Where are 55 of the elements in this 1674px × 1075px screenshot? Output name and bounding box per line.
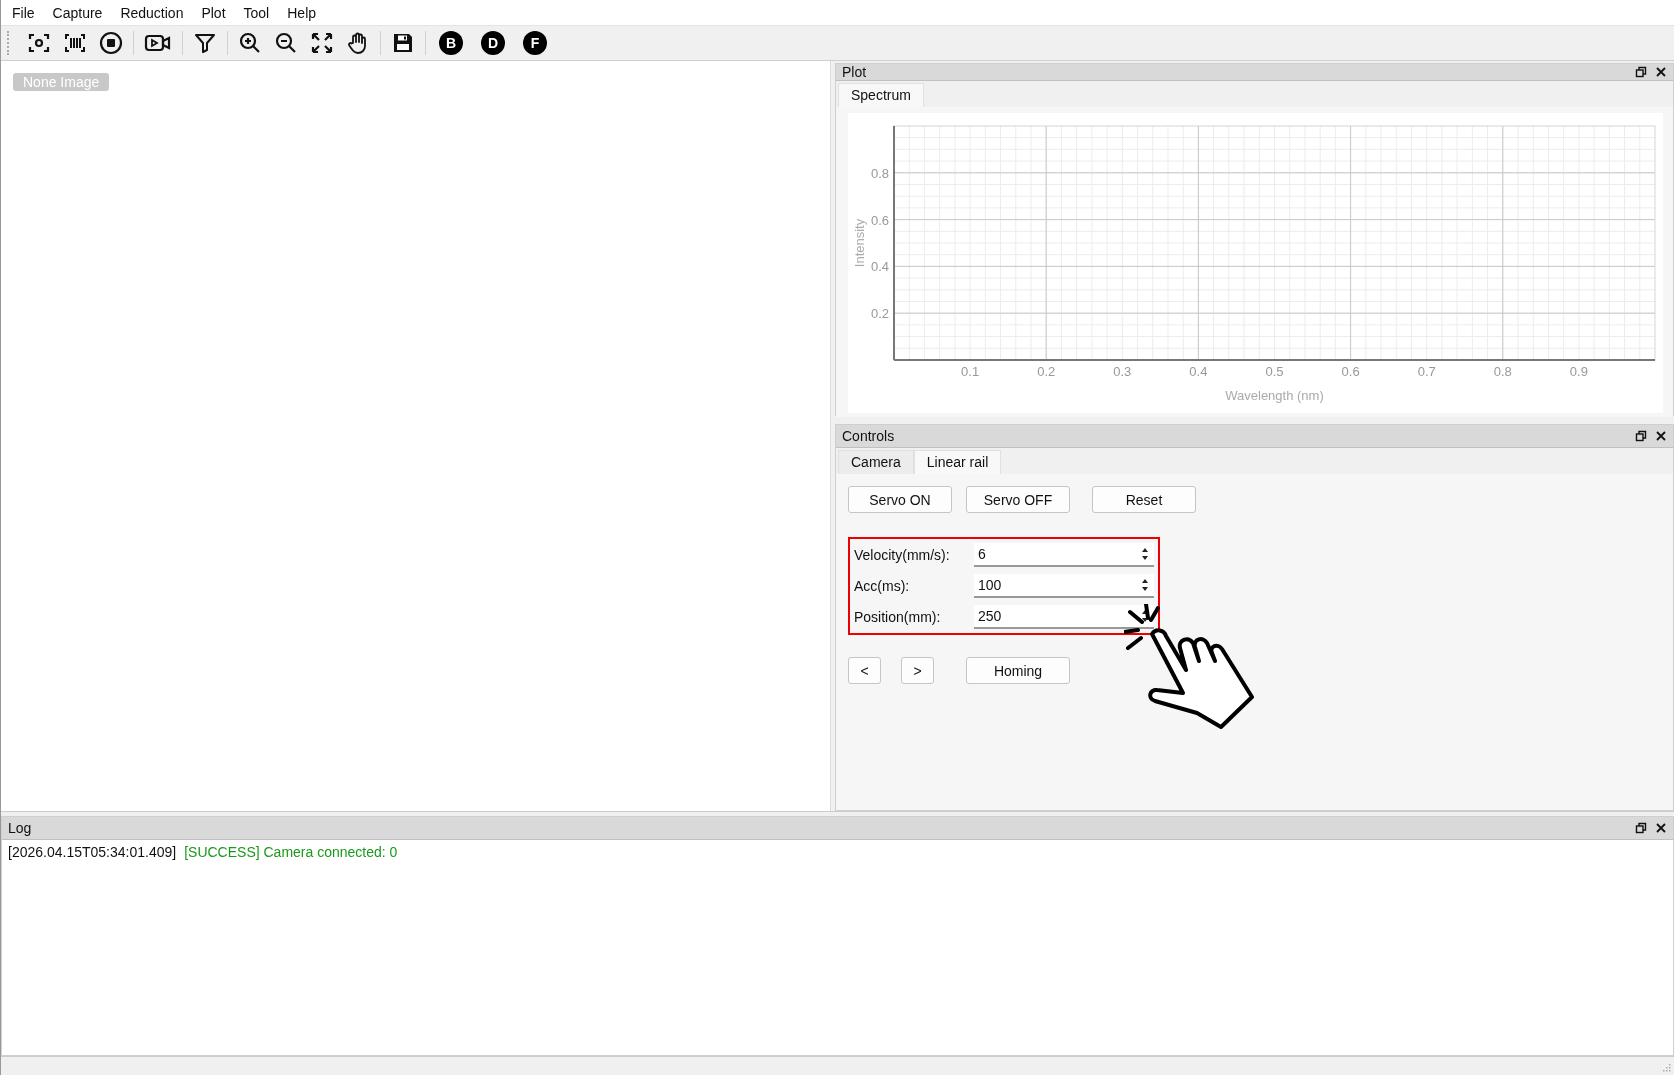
arrow-button[interactable]: > <box>901 657 934 684</box>
close-icon[interactable] <box>1655 822 1667 834</box>
push-button[interactable]: Servo ON <box>848 486 952 513</box>
spin-box[interactable]: 100 <box>974 574 1154 598</box>
field-label: Position(mm): <box>854 609 942 625</box>
restore-icon[interactable] <box>1635 822 1647 834</box>
axis-tick-label: 0.3 <box>1113 364 1132 379</box>
axis-tick-label: 0.8 <box>870 165 889 181</box>
dock-title: Plot <box>842 64 868 80</box>
axis-tick-label: 0.5 <box>1265 364 1284 379</box>
field-label: Acc(ms): <box>854 578 911 594</box>
axis-tick-label: 0.8 <box>1493 364 1512 379</box>
letter-button[interactable]: F <box>523 31 547 55</box>
restore-icon[interactable] <box>1635 430 1647 442</box>
axis-title: Wavelength (nm) <box>1225 388 1324 403</box>
log-message: [SUCCESS] Camera connected: 0 <box>184 844 398 860</box>
menu-item[interactable]: Capture <box>45 4 110 21</box>
spin-arrows-icon[interactable] <box>1140 546 1150 562</box>
axis-tick-label: 0.6 <box>870 212 889 228</box>
field-label: Velocity(mm/s): <box>854 547 951 563</box>
dock-title: Controls <box>842 428 896 444</box>
push-button[interactable]: Servo OFF <box>966 486 1070 513</box>
menu-item[interactable]: Reduction <box>113 4 191 21</box>
log-timestamp: [2026.04.15T05:34:01.409] <box>8 844 177 860</box>
axis-tick-label: 0.2 <box>1037 364 1056 379</box>
tab[interactable]: Spectrum <box>838 83 924 107</box>
spin-box[interactable]: 250 <box>974 605 1154 629</box>
axis-tick-label: 0.4 <box>1189 364 1208 379</box>
letter-button[interactable]: D <box>481 31 505 55</box>
stop-icon[interactable] <box>97 31 125 55</box>
axis-title: Intensity <box>852 218 867 268</box>
axis-tick-label: 0.4 <box>870 259 889 275</box>
tab[interactable]: Camera <box>838 450 914 474</box>
push-button[interactable]: Reset <box>1092 486 1196 513</box>
axis-tick-label: 0.6 <box>1341 364 1360 379</box>
close-icon[interactable] <box>1655 430 1667 442</box>
dock-title: Log <box>8 820 33 836</box>
spin-box[interactable]: 6 <box>974 543 1154 567</box>
axis-tick-label: 0.2 <box>870 306 889 322</box>
close-icon[interactable] <box>1655 66 1667 78</box>
menu-item[interactable]: Help <box>280 4 324 21</box>
size-grip-icon[interactable] <box>1661 1062 1671 1072</box>
tab[interactable]: Linear rail <box>913 450 1002 474</box>
menu-item[interactable]: Tool <box>236 4 277 21</box>
axis-tick-label: 0.1 <box>961 364 980 379</box>
homing-button[interactable]: Homing <box>966 657 1070 684</box>
restore-icon[interactable] <box>1635 66 1647 78</box>
menu-item[interactable]: Plot <box>194 4 233 21</box>
arrow-button[interactable]: < <box>848 657 881 684</box>
spin-arrows-icon[interactable] <box>1140 608 1150 624</box>
axis-tick-label: 0.7 <box>1417 364 1436 379</box>
axis-tick-label: 0.9 <box>1569 364 1588 379</box>
letter-button[interactable]: B <box>439 31 463 55</box>
spin-arrows-icon[interactable] <box>1140 577 1150 593</box>
menu-item[interactable]: File <box>5 4 42 21</box>
